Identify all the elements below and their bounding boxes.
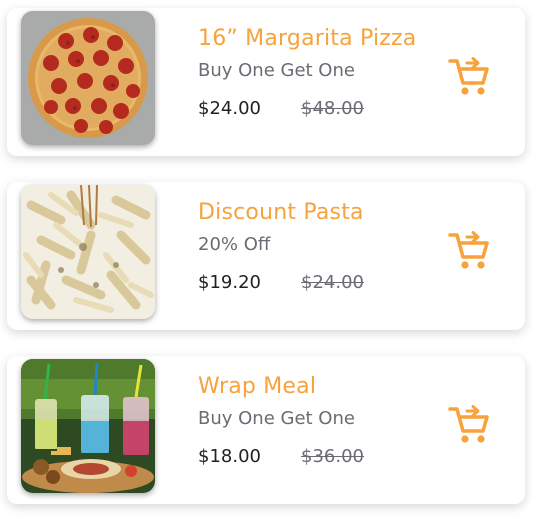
item-price: $19.20 xyxy=(198,272,261,293)
add-to-cart-icon xyxy=(448,57,489,95)
add-to-cart-icon xyxy=(448,231,489,269)
item-title: Discount Pasta xyxy=(198,200,364,225)
add-to-cart-button[interactable] xyxy=(448,405,490,445)
item-original-price: $24.00 xyxy=(301,272,364,293)
offer-card-wrap-meal[interactable]: Wrap Meal Buy One Get One $18.00 $36.00 xyxy=(7,356,525,504)
offer-card-pasta[interactable]: Discount Pasta 20% Off $19.20 $24.00 xyxy=(7,182,525,330)
item-offer-label: Buy One Get One xyxy=(198,60,355,81)
item-title: Wrap Meal xyxy=(198,374,317,399)
item-original-price: $36.00 xyxy=(301,446,364,467)
item-offer-label: 20% Off xyxy=(198,234,271,255)
offers-list: 16” Margarita Pizza Buy One Get One $24.… xyxy=(0,0,533,518)
item-price: $18.00 xyxy=(198,446,261,467)
item-title: 16” Margarita Pizza xyxy=(198,26,417,51)
item-original-price: $48.00 xyxy=(301,98,364,119)
add-to-cart-icon xyxy=(448,405,489,443)
pizza-image xyxy=(21,11,155,145)
item-price: $24.00 xyxy=(198,98,261,119)
pasta-image xyxy=(21,185,155,319)
wrap-meal-image xyxy=(21,359,155,493)
item-offer-label: Buy One Get One xyxy=(198,408,355,429)
add-to-cart-button[interactable] xyxy=(448,231,490,271)
add-to-cart-button[interactable] xyxy=(448,57,490,97)
offer-card-pizza[interactable]: 16” Margarita Pizza Buy One Get One $24.… xyxy=(7,8,525,156)
